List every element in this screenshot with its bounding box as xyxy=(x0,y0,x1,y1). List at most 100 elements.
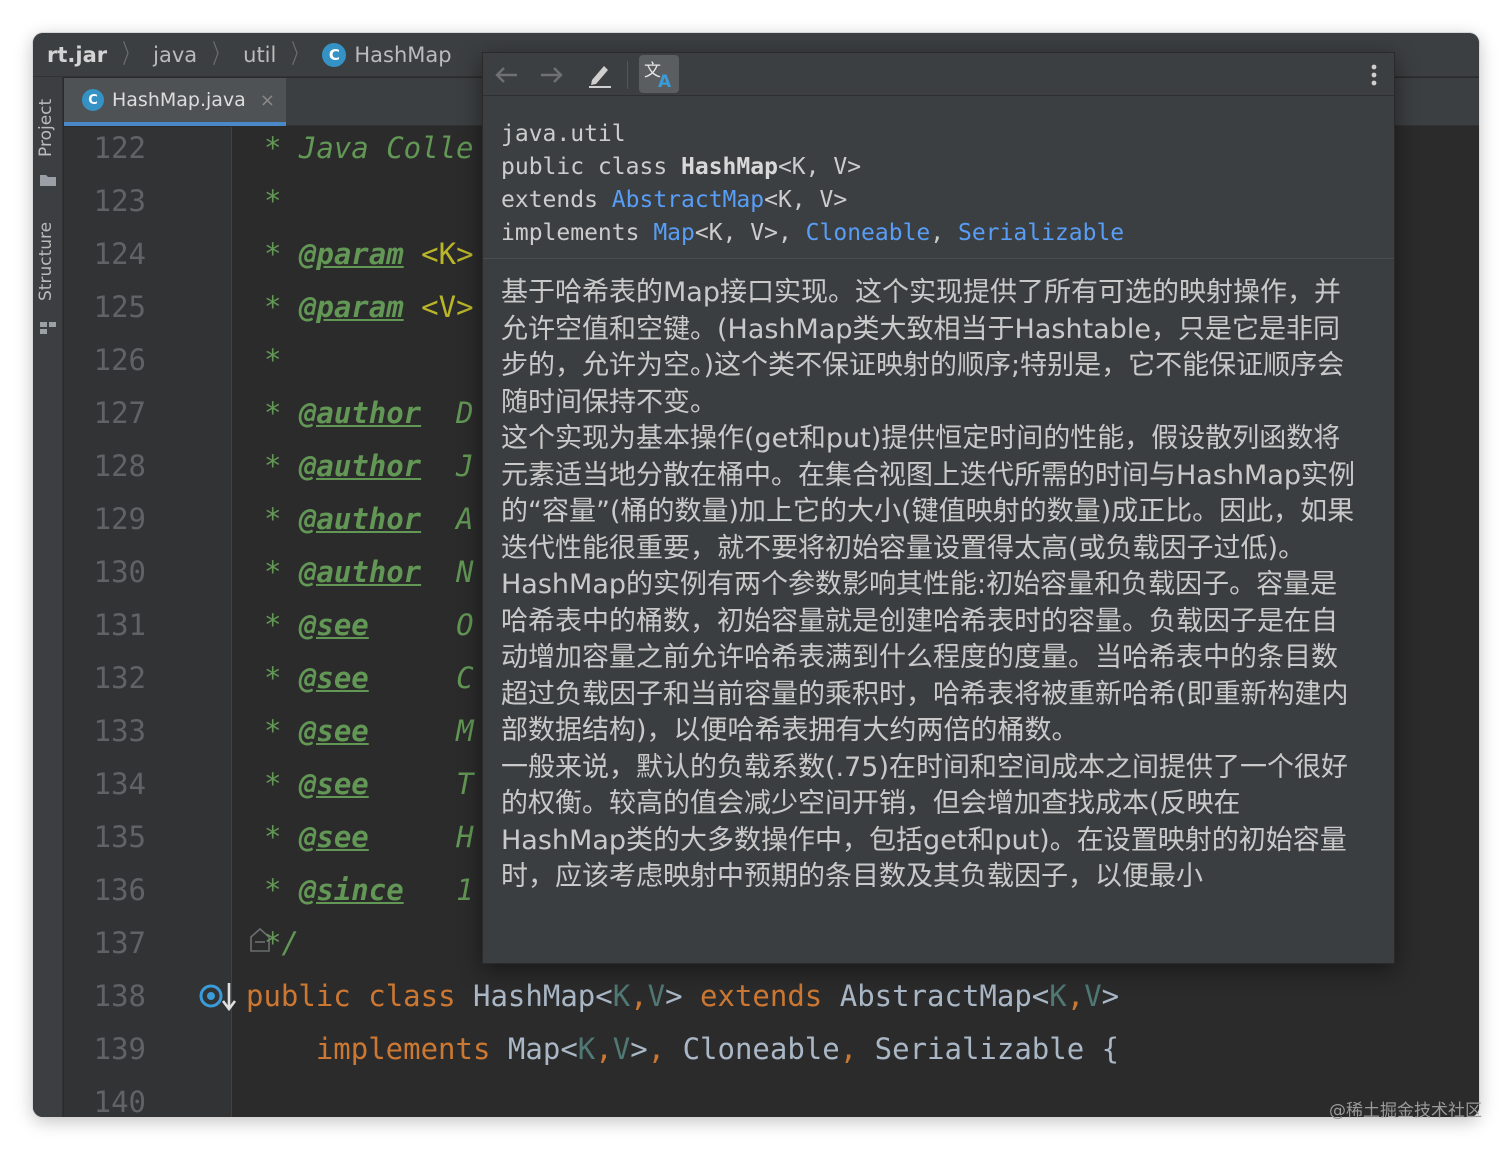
doc-star: * xyxy=(264,555,299,589)
edit-source-button[interactable] xyxy=(583,59,617,91)
line-number: 137 xyxy=(93,926,146,960)
line-number: 135 xyxy=(93,820,146,854)
line-number: 132 xyxy=(93,661,146,695)
doc-star: * xyxy=(264,820,299,854)
comma: , xyxy=(1066,979,1085,1013)
code-line-137: */ xyxy=(264,926,299,960)
keyword: class xyxy=(368,979,456,1013)
map-link[interactable]: Map xyxy=(653,220,695,246)
doc-text: Java Colle xyxy=(298,131,474,165)
code-line-126: * xyxy=(264,343,281,377)
javadoc-tag: @author xyxy=(298,449,422,483)
line-number: 133 xyxy=(93,714,146,748)
arrow-left-icon xyxy=(495,67,517,83)
doc-text: A xyxy=(421,502,474,536)
code-line-139: implements Map<K,V>, Cloneable, Serializ… xyxy=(246,1032,1119,1066)
line-number: 140 xyxy=(93,1085,146,1117)
javadoc-tag: @see xyxy=(298,661,369,695)
serializable-link[interactable]: Serializable xyxy=(958,220,1124,246)
code-line-129: * @author A xyxy=(264,502,474,536)
line-number: 139 xyxy=(93,1032,146,1066)
quick-documentation-popup[interactable]: 文 A java.util public class HashMap<K, V>… xyxy=(482,52,1395,964)
code-line-122: * Java Colle xyxy=(264,131,474,165)
type-param-v: V xyxy=(1084,979,1102,1013)
class-icon: C xyxy=(322,42,347,67)
breadcrumb-item-util[interactable]: util xyxy=(243,43,276,67)
comma: , xyxy=(595,1032,613,1066)
edit-source-icon xyxy=(589,66,611,88)
abstractmap-link[interactable]: AbstractMap xyxy=(612,187,764,213)
doc-star: * xyxy=(264,767,299,801)
chevron-right-icon: 〉 xyxy=(122,39,138,70)
comma: , xyxy=(630,979,648,1013)
code-line-135: * @see H xyxy=(264,820,474,854)
line-number: 136 xyxy=(93,873,146,907)
doc-star: * xyxy=(264,131,299,165)
implements-gutter-icon[interactable] xyxy=(198,979,238,1013)
javadoc-tag: @author xyxy=(298,396,422,430)
signature-text: <K, V> xyxy=(777,154,862,180)
project-tool-button[interactable]: Project xyxy=(33,85,63,195)
forward-button[interactable] xyxy=(535,59,569,91)
code-line-131: * @see O xyxy=(264,608,474,642)
close-icon[interactable]: × xyxy=(260,90,275,111)
signature-text: , xyxy=(930,220,958,246)
doc-text: M xyxy=(368,714,474,748)
interface-name: Serializable xyxy=(874,1032,1085,1066)
breadcrumb-label: util xyxy=(243,42,277,67)
breadcrumb-item-java[interactable]: java xyxy=(153,43,197,67)
signature-declaration: public class HashMap<K, V> xyxy=(501,151,1394,184)
javadoc-tag: @param xyxy=(298,290,404,324)
back-button[interactable] xyxy=(489,59,523,91)
doc-star: * xyxy=(264,237,299,271)
comma: , xyxy=(647,1032,666,1066)
type-param-v: V xyxy=(647,979,666,1013)
type-param-k: K xyxy=(612,979,631,1013)
more-options-button[interactable] xyxy=(1357,59,1391,91)
line-number: 125 xyxy=(93,290,146,324)
line-number: 123 xyxy=(93,184,146,218)
class-name: HashMap xyxy=(473,979,596,1013)
translate-button[interactable]: 文 A xyxy=(639,55,679,93)
interface-name: Cloneable xyxy=(682,1032,840,1066)
signature-implements: implements Map<K, V>, Cloneable, Seriali… xyxy=(501,217,1394,250)
angle-close: > xyxy=(630,1032,648,1066)
code-line-128: * @author J xyxy=(264,449,474,483)
line-number: 128 xyxy=(93,449,146,483)
signature-text: public class xyxy=(501,154,682,180)
watermark: @稀土掘金技术社区 xyxy=(1329,1101,1482,1121)
breadcrumb-label: rt.jar xyxy=(47,42,108,67)
code-line-127: * @author D xyxy=(264,396,474,430)
chevron-right-icon: 〉 xyxy=(291,39,308,70)
code-line-134: * @see T xyxy=(264,767,474,801)
doc-text: T xyxy=(368,767,474,801)
signature-text: <K, V> xyxy=(764,187,848,213)
folder-icon xyxy=(40,175,56,186)
structure-tool-button[interactable]: Structure xyxy=(33,217,63,347)
signature-text: implements xyxy=(501,220,654,246)
angle-close: > xyxy=(665,979,683,1013)
line-number: 129 xyxy=(93,502,146,536)
breadcrumb-item-hashmap[interactable]: C HashMap xyxy=(322,42,452,67)
doc-star: * xyxy=(264,449,299,483)
tab-hashmap-java[interactable]: C HashMap.java × xyxy=(64,78,286,126)
javadoc-tag: @author xyxy=(298,555,422,589)
type-param-k: K xyxy=(1049,979,1067,1013)
super-class-name: AbstractMap xyxy=(839,979,1032,1013)
doc-star: * xyxy=(264,661,299,695)
signature-class-name: HashMap xyxy=(681,154,778,180)
doc-text: N xyxy=(421,555,474,589)
breadcrumb-item-rt-jar[interactable]: rt.jar xyxy=(47,43,107,67)
signature-text: extends xyxy=(501,187,612,213)
angle-close: > xyxy=(1101,979,1120,1013)
cloneable-link[interactable]: Cloneable xyxy=(806,220,931,246)
javadoc-tag: @see xyxy=(298,820,369,854)
doc-text: O xyxy=(368,608,474,642)
doc-text: 1 xyxy=(403,873,474,907)
keyword: extends xyxy=(700,979,823,1013)
svg-text:A: A xyxy=(658,72,672,89)
angle-open: < xyxy=(595,979,613,1013)
signature-extends: extends AbstractMap<K, V> xyxy=(501,184,1394,217)
code-line-130: * @author N xyxy=(264,555,474,589)
doc-paragraph: HashMap的实例有两个参数影响其性能:初始容量和负载因子。容量是哈希表中的桶… xyxy=(501,569,1349,746)
